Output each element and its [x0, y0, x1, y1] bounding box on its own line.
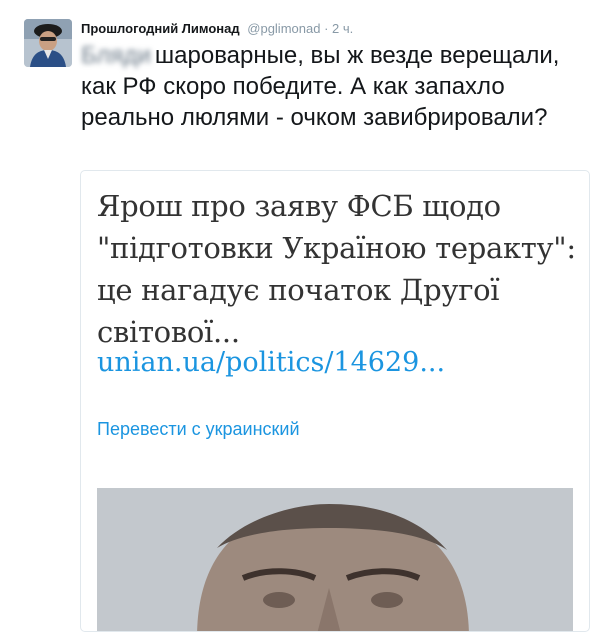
- user-handle[interactable]: @pglimonad: [247, 21, 320, 36]
- link-card[interactable]: Ярош про заяву ФСБ щодо "підготовки Укра…: [80, 170, 590, 632]
- blurred-word: Бляди: [81, 42, 151, 69]
- avatar-photo-icon: [24, 19, 72, 67]
- tweet-text-body: шароварные, вы ж везде верещали, как РФ …: [81, 42, 560, 131]
- card-link[interactable]: unian.ua/politics/14629...: [97, 347, 445, 378]
- tweet-timestamp[interactable]: 2 ч.: [332, 21, 353, 36]
- card-photo[interactable]: [97, 488, 573, 631]
- tweet-header: Прошлогодний Лимонад @pglimonad · 2 ч.: [81, 21, 353, 36]
- user-avatar[interactable]: [24, 19, 72, 67]
- display-name[interactable]: Прошлогодний Лимонад: [81, 21, 240, 36]
- separator-dot: ·: [324, 21, 329, 36]
- news-photo-icon: [97, 488, 573, 631]
- translate-link[interactable]: Перевести с украинский: [97, 419, 300, 440]
- card-headline: Ярош про заяву ФСБ щодо "підготовки Укра…: [97, 189, 576, 349]
- tweet-text: Бляди шароварные, вы ж везде верещали, ка…: [81, 40, 581, 133]
